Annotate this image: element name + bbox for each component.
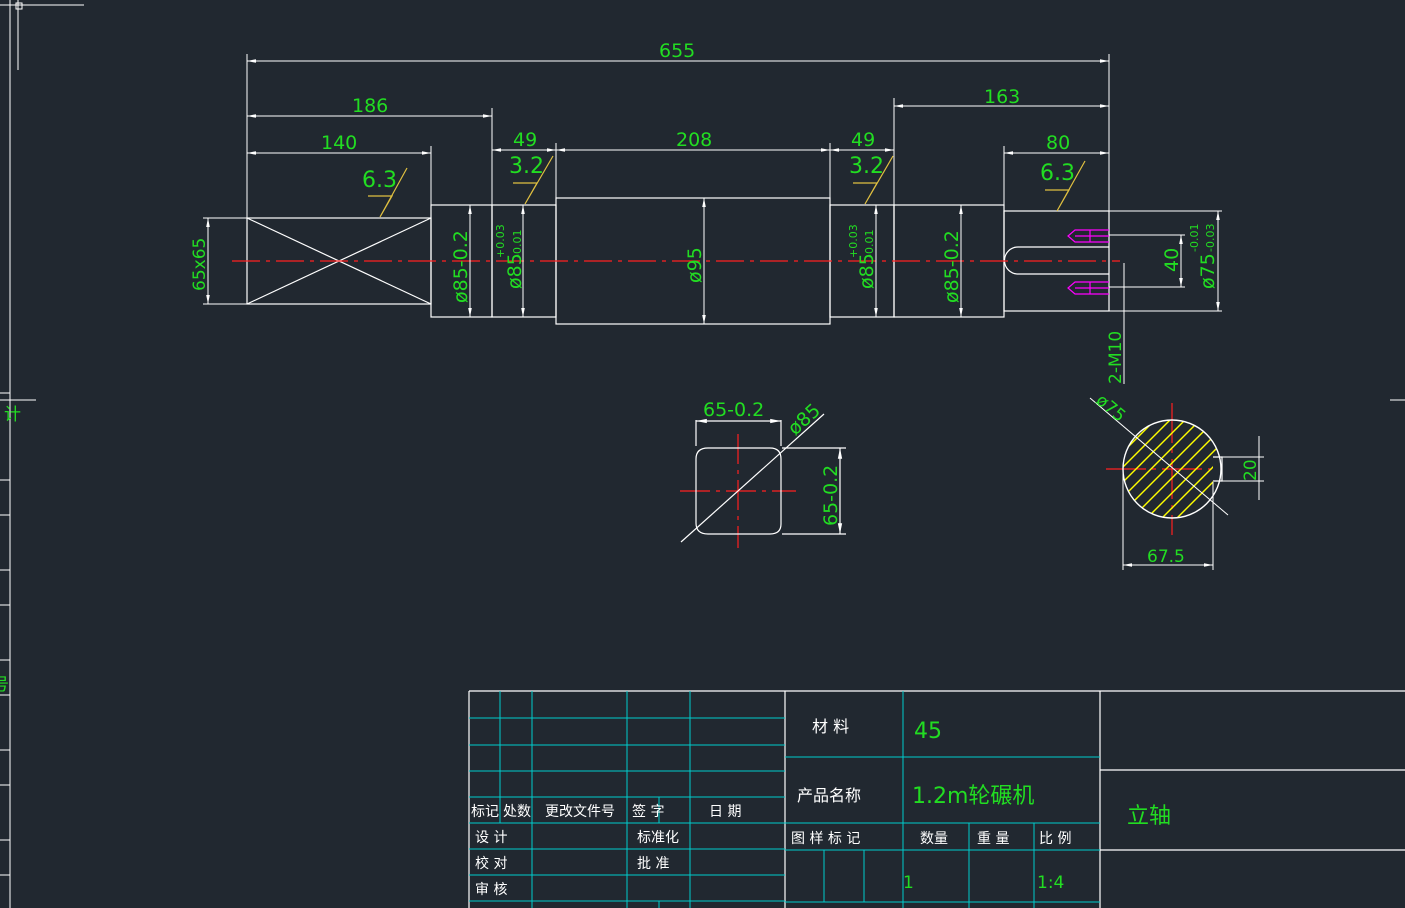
dim-40: 40: [1161, 248, 1183, 272]
check-label: 校 对: [475, 855, 507, 872]
thread-marks: [1067, 229, 1109, 295]
dim-dia-85-left: ø85-0.2: [450, 230, 472, 303]
cad-drawing: 6.3 3.2 3.2 6.3 655 186 140 49 208 49 16…: [0, 0, 1405, 908]
tol-j1-upper: +0.03: [494, 224, 507, 258]
roughness-journal-right: 3.2: [849, 154, 884, 179]
drawing-mark-label: 图 样 标 记: [791, 831, 860, 847]
dim-journal-left: 49: [513, 129, 537, 151]
weight-label: 重 量: [977, 831, 1009, 847]
rev-doc: 更改文件号: [545, 804, 615, 820]
roughness-square: 6.3: [362, 168, 397, 193]
dim-left-length: 186: [352, 95, 388, 117]
rev-count: 处数: [503, 804, 531, 820]
quantity-label: 数量: [920, 831, 948, 847]
standard-label: 标准化: [637, 830, 679, 846]
roughness-end: 6.3: [1040, 161, 1075, 186]
tol-j1-lower: -0.01: [511, 230, 524, 258]
dim-right-length: 163: [984, 86, 1020, 108]
approve-label: 批 准: [637, 856, 669, 872]
part-name: 立轴: [1127, 804, 1171, 829]
tol-75-upper: -0.01: [1188, 224, 1201, 252]
rev-date: 日 期: [709, 804, 741, 820]
quantity-value: 1: [903, 873, 914, 893]
scale-label: 比 例: [1039, 831, 1071, 847]
keyway-width: 20: [1241, 459, 1261, 481]
dim-body-length: 208: [676, 129, 712, 151]
dim-square-size: 65x65: [190, 238, 210, 291]
dim-overall-length: 655: [659, 40, 695, 62]
frame-label-2: 号: [0, 675, 9, 695]
frame-label-1: 计: [4, 405, 21, 425]
rev-mark: 标记: [471, 804, 499, 820]
tol-j2-lower: -0.01: [863, 230, 876, 258]
keyway-depth: 67.5: [1147, 547, 1185, 567]
dim-dia-75: ø75: [1197, 253, 1219, 289]
roughness-symbols: [368, 155, 1086, 218]
sec-dia: ø85: [784, 399, 825, 439]
dim-square-length: 140: [321, 132, 357, 154]
dim-dia-95: ø95: [684, 247, 706, 283]
dim-end-length: 80: [1046, 132, 1070, 154]
rev-sign: 签 字: [632, 803, 664, 820]
tol-75-lower: -0.03: [1204, 224, 1217, 252]
material-label: 材 料: [812, 717, 849, 736]
dim-journal-right: 49: [851, 129, 875, 151]
product-label: 产品名称: [797, 786, 861, 805]
keyway-dia: ø75: [1092, 391, 1129, 427]
scale-value: 1:4: [1037, 873, 1064, 893]
roughness-journal-left: 3.2: [509, 154, 544, 179]
product-value: 1.2m轮碾机: [912, 784, 1034, 809]
sec-width: 65-0.2: [703, 399, 764, 421]
review-label: 审 核: [475, 882, 507, 898]
title-block-text: 材 料 45 产品名称 1.2m轮碾机 立轴 标记 处数 更改文件号 签 字 日…: [471, 717, 1171, 898]
dim-dia-85-right: ø85-0.2: [941, 230, 963, 303]
dim-thread: 2-M10: [1106, 331, 1126, 384]
tol-j2-upper: +0.03: [847, 224, 860, 258]
design-label: 设 计: [475, 830, 507, 846]
material-value: 45: [914, 719, 942, 744]
sec-height: 65-0.2: [820, 465, 842, 526]
roughness-labels: 6.3 3.2 3.2 6.3: [362, 154, 1075, 193]
